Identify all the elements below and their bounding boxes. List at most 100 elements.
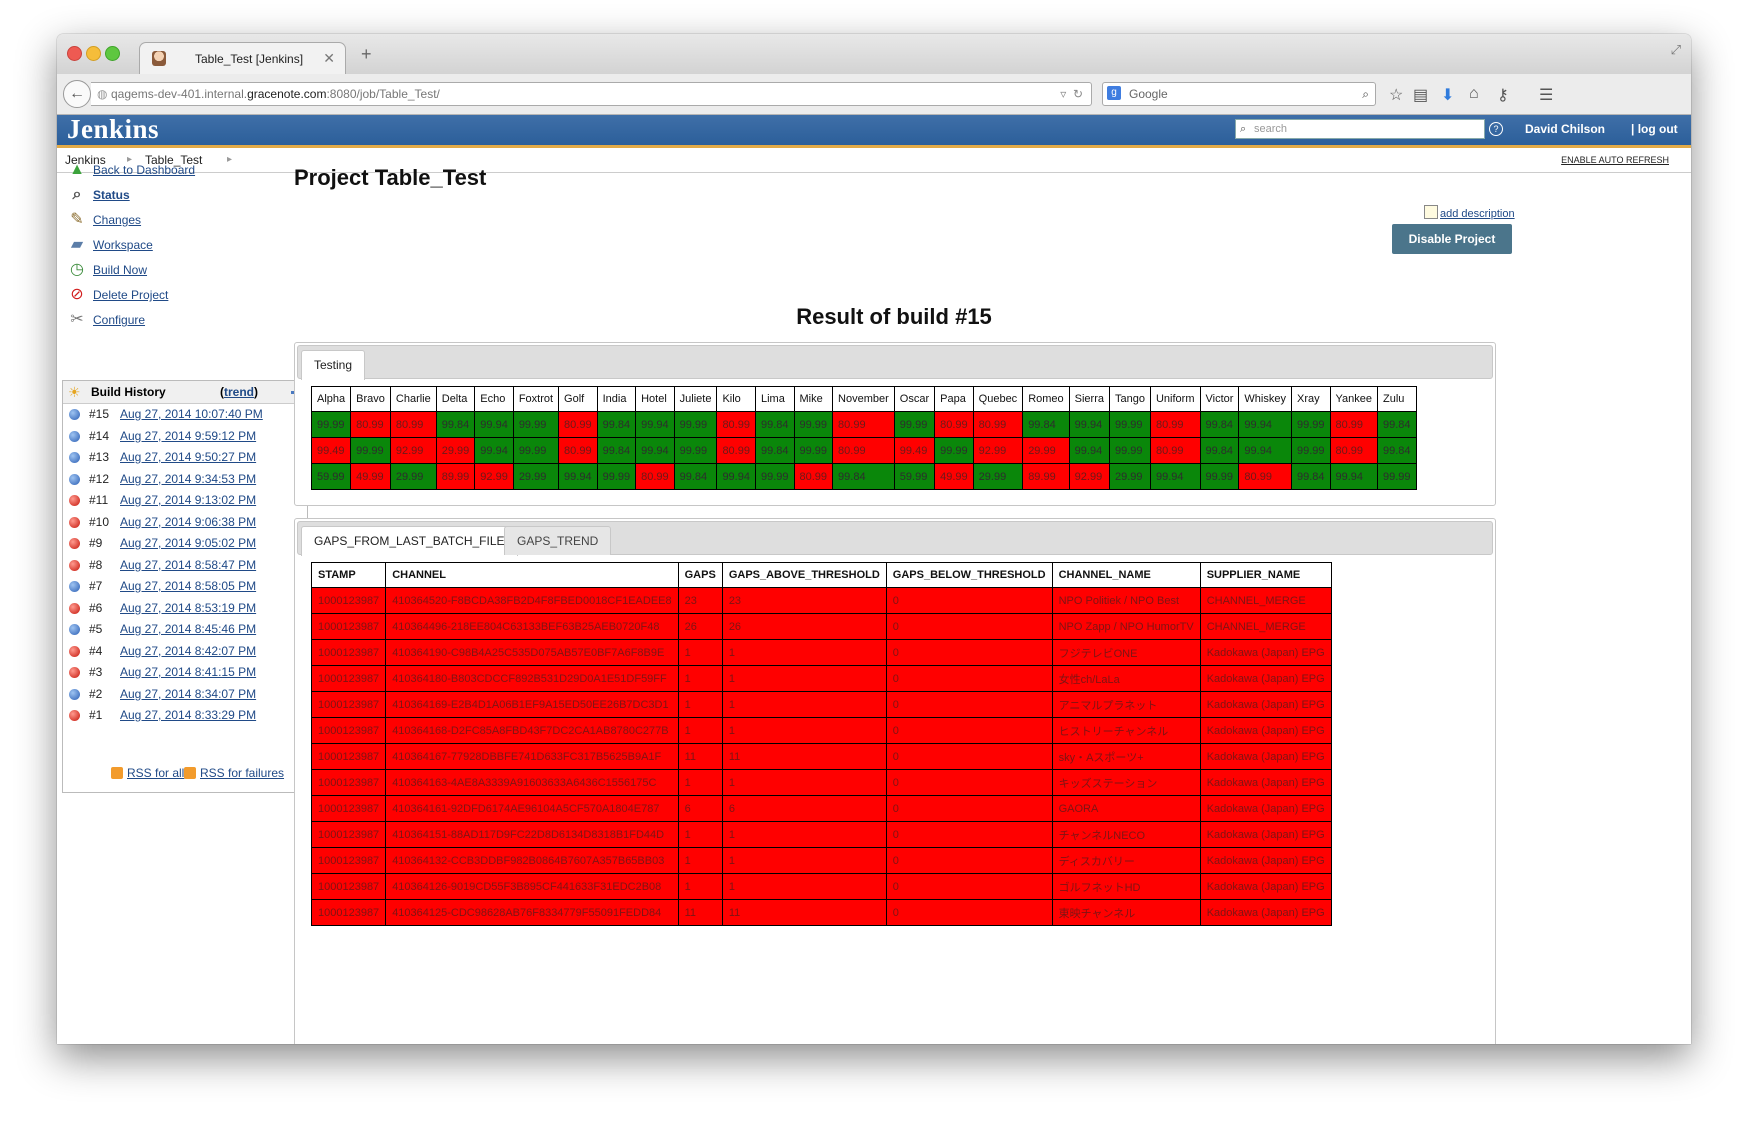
gaps-cell: Kadokawa (Japan) EPG <box>1199 795 1332 822</box>
gaps-cell: 0 <box>885 587 1053 614</box>
search-icon[interactable]: ⌕ <box>1362 83 1369 105</box>
browser-tab-bar: Table_Test [Jenkins] ✕ + ⤢ <box>57 34 1691 75</box>
testing-column-header: Yankee <box>1329 386 1379 412</box>
testing-column-header: Uniform <box>1149 386 1201 412</box>
rss-all-label[interactable]: RSS for all <box>127 766 184 780</box>
build-date-link[interactable]: Aug 27, 2014 9:34:53 PM <box>120 469 256 490</box>
task-label[interactable]: Workspace <box>93 234 153 256</box>
testing-cell: 80.99 <box>832 437 895 464</box>
tab-gaps-from-last-batch-file[interactable]: GAPS_FROM_LAST_BATCH_FILE <box>301 526 518 556</box>
task-label[interactable]: Back to Dashboard <box>93 159 195 181</box>
enable-auto-refresh-link[interactable]: ENABLE AUTO REFRESH <box>1561 148 1669 172</box>
gaps-cell: 23 <box>721 587 887 614</box>
build-date-link[interactable]: Aug 27, 2014 8:53:19 PM <box>120 598 256 619</box>
user-link[interactable]: David Chilson <box>1525 122 1605 136</box>
task-label[interactable]: Build Now <box>93 259 147 281</box>
fullscreen-icon[interactable]: ⤢ <box>1671 42 1681 58</box>
key-icon[interactable]: ⚷ <box>1497 85 1509 105</box>
gaps-cell: 1 <box>677 769 723 796</box>
new-tab-icon[interactable]: + <box>361 44 372 65</box>
help-icon[interactable]: ? <box>1489 122 1503 136</box>
zoom-window-button[interactable] <box>105 46 120 61</box>
testing-cell: 99.99 <box>512 411 560 438</box>
task-label[interactable]: Changes <box>93 209 141 231</box>
build-date-link[interactable]: Aug 27, 2014 9:06:38 PM <box>120 512 256 533</box>
build-date-link[interactable]: Aug 27, 2014 8:45:46 PM <box>120 619 256 640</box>
build-date-link[interactable]: Aug 27, 2014 9:13:02 PM <box>120 490 256 511</box>
gaps-cell: 1000123987 <box>310 873 387 900</box>
testing-cell: 99.94 <box>474 411 514 438</box>
build-date-link[interactable]: Aug 27, 2014 9:05:02 PM <box>120 533 256 554</box>
trend-link-text[interactable]: trend <box>224 385 254 399</box>
task-label[interactable]: Configure <box>93 309 145 331</box>
gaps-cell: 1000123987 <box>310 795 387 822</box>
build-row: #1 Aug 27, 2014 8:33:29 PM <box>63 705 307 726</box>
gaps-panel: GAPS_FROM_LAST_BATCH_FILE GAPS_TREND STA… <box>294 518 1496 1044</box>
gaps-cell: 410364169-E2B4D1A06B1EF9A15ED50EE26B7DC3… <box>385 691 679 718</box>
status-ball-icon <box>69 602 80 614</box>
rss-failures-label[interactable]: RSS for failures <box>200 766 284 780</box>
tab-title: Table_Test [Jenkins] <box>195 52 304 66</box>
gaps-cell: 1 <box>721 821 887 848</box>
tab-gaps-trend[interactable]: GAPS_TREND <box>504 526 612 555</box>
build-date-link[interactable]: Aug 27, 2014 8:33:29 PM <box>120 705 256 726</box>
build-date-link[interactable]: Aug 27, 2014 9:50:27 PM <box>120 447 256 468</box>
gaps-cell: 11 <box>677 899 723 926</box>
testing-cell: 99.99 <box>512 437 560 464</box>
testing-column-header: Alpha <box>310 386 352 412</box>
browser-tab[interactable]: Table_Test [Jenkins] ✕ <box>139 42 346 75</box>
build-date-link[interactable]: Aug 27, 2014 8:41:15 PM <box>120 662 256 683</box>
rss-failures-link[interactable]: RSS for failures <box>184 765 284 781</box>
gaps-row: 1000123987 410364163-4AE8A3339A91603633A6… <box>310 769 1332 796</box>
menu-icon[interactable]: ☰ <box>1539 85 1553 105</box>
testing-cell: 99.49 <box>310 437 352 464</box>
status-ball-icon <box>69 473 80 485</box>
disable-project-button[interactable]: Disable Project <box>1392 224 1512 254</box>
build-row: #8 Aug 27, 2014 8:58:47 PM <box>63 555 307 576</box>
rss-all-link[interactable]: RSS for all <box>111 765 184 781</box>
close-window-button[interactable] <box>67 46 82 61</box>
jenkins-logo[interactable]: Jenkins <box>67 114 159 145</box>
testing-cell: 99.49 <box>893 437 936 464</box>
gaps-cell: 1 <box>677 847 723 874</box>
task-label[interactable]: Status <box>93 184 130 206</box>
testing-cell: 99.94 <box>716 463 756 490</box>
testing-column-header: Charlie <box>389 386 437 412</box>
edit-icon <box>1424 205 1438 219</box>
page-title: Project Table_Test <box>294 165 487 190</box>
task-label[interactable]: Delete Project <box>93 284 168 306</box>
gaps-row: 1000123987 410364161-92DFD6174AE96104A5CF… <box>310 795 1332 822</box>
build-date-link[interactable]: Aug 27, 2014 8:58:47 PM <box>120 555 256 576</box>
home-icon[interactable]: ⌂ <box>1469 85 1479 103</box>
add-description-link[interactable]: add description <box>1424 205 1515 220</box>
gaps-cell: Kadokawa (Japan) EPG <box>1199 639 1332 666</box>
build-date-link[interactable]: Aug 27, 2014 8:58:05 PM <box>120 576 256 597</box>
add-description-label[interactable]: add description <box>1440 208 1515 220</box>
bookmark-star-icon[interactable]: ☆ <box>1389 85 1403 105</box>
testing-cell: 80.99 <box>1238 463 1292 490</box>
address-bar[interactable]: ◍ qagems-dev-401.internal.gracenote.com:… <box>91 82 1092 106</box>
browser-nav-bar: ← ◍ qagems-dev-401.internal.gracenote.co… <box>57 74 1691 115</box>
gaps-cell: 0 <box>885 821 1053 848</box>
testing-cell: 99.99 <box>1109 437 1151 464</box>
build-date-link[interactable]: Aug 27, 2014 9:59:12 PM <box>120 426 256 447</box>
jenkins-search-input[interactable]: ⌕ search <box>1235 119 1485 139</box>
build-date-link[interactable]: Aug 27, 2014 8:34:07 PM <box>120 684 256 705</box>
gaps-cell: 0 <box>885 769 1053 796</box>
search-placeholder: search <box>1254 123 1288 135</box>
browser-search-field[interactable]: g Google ⌕ <box>1102 82 1376 106</box>
build-date-link[interactable]: Aug 27, 2014 10:07:40 PM <box>120 404 263 425</box>
gaps-cell: 0 <box>885 665 1053 692</box>
tab-testing[interactable]: Testing <box>301 350 366 380</box>
notepad-icon: ✎ <box>70 211 84 228</box>
back-button[interactable]: ← <box>63 80 91 108</box>
reading-list-icon[interactable]: ▤ <box>1413 85 1428 105</box>
minimize-window-button[interactable] <box>86 46 101 61</box>
gaps-row: 1000123987 410364520-F8BCDA38FB2D4F8FBED0… <box>310 587 1332 614</box>
reload-icon[interactable]: ▿ ↻ <box>1060 83 1083 105</box>
downloads-icon[interactable]: ⬇ <box>1441 85 1454 105</box>
logout-link[interactable]: | log out <box>1631 122 1678 136</box>
close-tab-icon[interactable]: ✕ <box>323 50 335 67</box>
trend-link[interactable]: (trend) <box>220 381 258 403</box>
build-date-link[interactable]: Aug 27, 2014 8:42:07 PM <box>120 641 256 662</box>
